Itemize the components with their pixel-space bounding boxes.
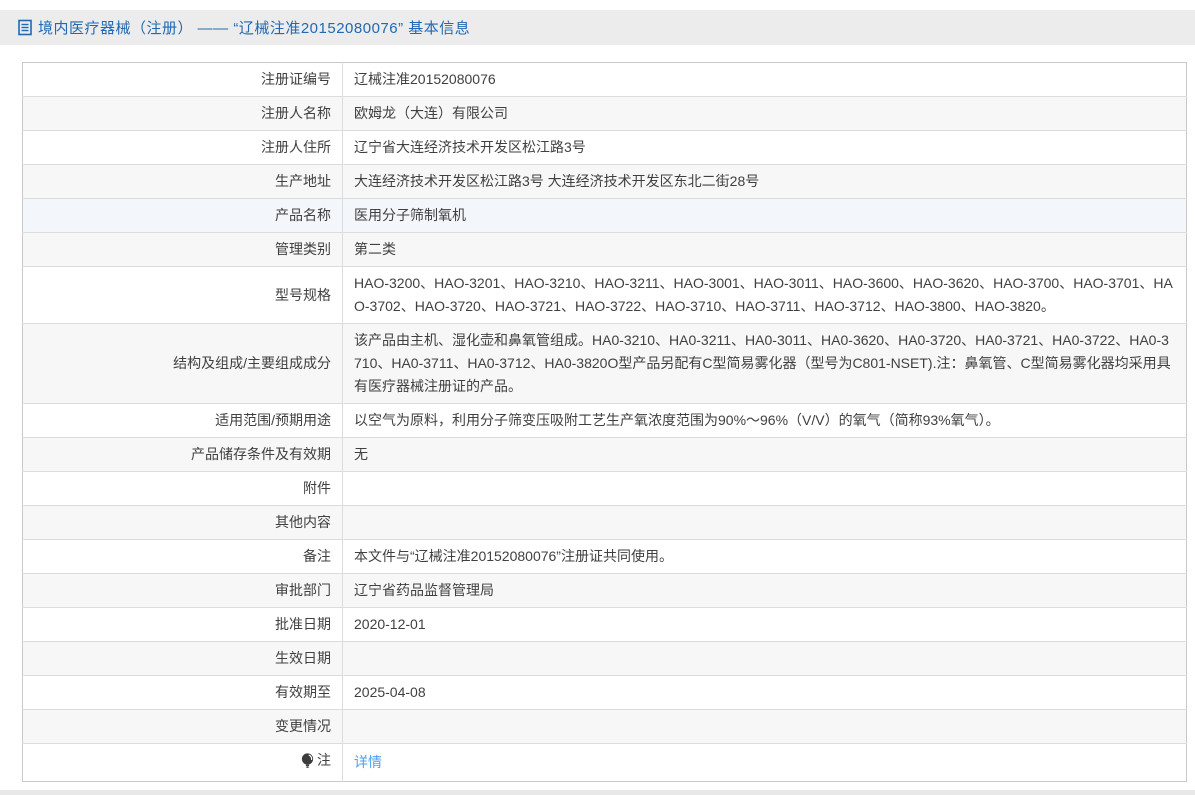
note-bulb-icon bbox=[301, 752, 314, 769]
table-row: 变更情况 bbox=[23, 710, 1187, 744]
table-row: 注册人名称 欧姆龙（大连）有限公司 bbox=[23, 97, 1187, 131]
row-label: 审批部门 bbox=[23, 574, 343, 608]
table-row: 注册人住所 辽宁省大连经济技术开发区松江路3号 bbox=[23, 131, 1187, 165]
table-row: 管理类别 第二类 bbox=[23, 233, 1187, 267]
table-row-hovered[interactable]: 产品名称 医用分子筛制氧机 bbox=[23, 199, 1187, 233]
row-label: 注册人名称 bbox=[23, 97, 343, 131]
table-row: 审批部门 辽宁省药品监督管理局 bbox=[23, 574, 1187, 608]
row-value bbox=[343, 710, 1187, 744]
page-title: 境内医疗器械（注册） —— “辽械注准20152080076” 基本信息 bbox=[38, 17, 470, 38]
row-value: 医用分子筛制氧机 bbox=[343, 199, 1187, 233]
row-label: 管理类别 bbox=[23, 233, 343, 267]
row-label: 变更情况 bbox=[23, 710, 343, 744]
table-row: 有效期至 2025-04-08 bbox=[23, 676, 1187, 710]
row-label: 批准日期 bbox=[23, 608, 343, 642]
row-label: 型号规格 bbox=[23, 267, 343, 324]
row-value: 以空气为原料，利用分子筛变压吸附工艺生产氧浓度范围为90%～96%（V/V）的氧… bbox=[343, 404, 1187, 438]
page-bottom-strip bbox=[0, 790, 1195, 795]
row-value: 欧姆龙（大连）有限公司 bbox=[343, 97, 1187, 131]
row-label: 备注 bbox=[23, 540, 343, 574]
row-value bbox=[343, 472, 1187, 506]
row-value: 辽械注准20152080076 bbox=[343, 63, 1187, 97]
row-value: 辽宁省大连经济技术开发区松江路3号 bbox=[343, 131, 1187, 165]
row-value: 大连经济技术开发区松江路3号 大连经济技术开发区东北二街28号 bbox=[343, 165, 1187, 199]
table-row: 备注 本文件与“辽械注准20152080076”注册证共同使用。 bbox=[23, 540, 1187, 574]
row-label: 生效日期 bbox=[23, 642, 343, 676]
detail-link[interactable]: 详情 bbox=[354, 754, 382, 770]
document-icon bbox=[18, 19, 32, 36]
row-value: 2025-04-08 bbox=[343, 676, 1187, 710]
table-row: 型号规格 HAO-3200、HAO-3201、HAO-3210、HAO-3211… bbox=[23, 267, 1187, 324]
page-header: 境内医疗器械（注册） —— “辽械注准20152080076” 基本信息 bbox=[0, 10, 1195, 45]
row-label: 产品储存条件及有效期 bbox=[23, 438, 343, 472]
table-row: 产品储存条件及有效期 无 bbox=[23, 438, 1187, 472]
table-row: 批准日期 2020-12-01 bbox=[23, 608, 1187, 642]
registration-info-table: 注册证编号 辽械注准20152080076 注册人名称 欧姆龙（大连）有限公司 … bbox=[22, 62, 1187, 782]
table-row: 注册证编号 辽械注准20152080076 bbox=[23, 63, 1187, 97]
table-row: 生产地址 大连经济技术开发区松江路3号 大连经济技术开发区东北二街28号 bbox=[23, 165, 1187, 199]
row-label: 注 bbox=[23, 744, 343, 782]
table-row: 其他内容 bbox=[23, 506, 1187, 540]
note-label: 注 bbox=[317, 749, 331, 772]
row-label: 产品名称 bbox=[23, 199, 343, 233]
row-value: 本文件与“辽械注准20152080076”注册证共同使用。 bbox=[343, 540, 1187, 574]
row-value: 辽宁省药品监督管理局 bbox=[343, 574, 1187, 608]
table-row: 结构及组成/主要组成成分 该产品由主机、湿化壶和鼻氧管组成。HA0-3210、H… bbox=[23, 324, 1187, 404]
row-value: HAO-3200、HAO-3201、HAO-3210、HAO-3211、HAO-… bbox=[343, 267, 1187, 324]
row-value bbox=[343, 642, 1187, 676]
table-row-note: 注 详情 bbox=[23, 744, 1187, 782]
row-label: 适用范围/预期用途 bbox=[23, 404, 343, 438]
row-value: 2020-12-01 bbox=[343, 608, 1187, 642]
row-label: 结构及组成/主要组成成分 bbox=[23, 324, 343, 404]
row-value: 详情 bbox=[343, 744, 1187, 782]
row-label: 注册人住所 bbox=[23, 131, 343, 165]
row-label: 注册证编号 bbox=[23, 63, 343, 97]
table-row: 生效日期 bbox=[23, 642, 1187, 676]
row-value: 该产品由主机、湿化壶和鼻氧管组成。HA0-3210、HA0-3211、HA0-3… bbox=[343, 324, 1187, 404]
table-row: 附件 bbox=[23, 472, 1187, 506]
row-label: 其他内容 bbox=[23, 506, 343, 540]
table-row: 适用范围/预期用途 以空气为原料，利用分子筛变压吸附工艺生产氧浓度范围为90%～… bbox=[23, 404, 1187, 438]
row-value: 无 bbox=[343, 438, 1187, 472]
row-label: 生产地址 bbox=[23, 165, 343, 199]
row-label: 附件 bbox=[23, 472, 343, 506]
row-value bbox=[343, 506, 1187, 540]
row-label: 有效期至 bbox=[23, 676, 343, 710]
row-value: 第二类 bbox=[343, 233, 1187, 267]
